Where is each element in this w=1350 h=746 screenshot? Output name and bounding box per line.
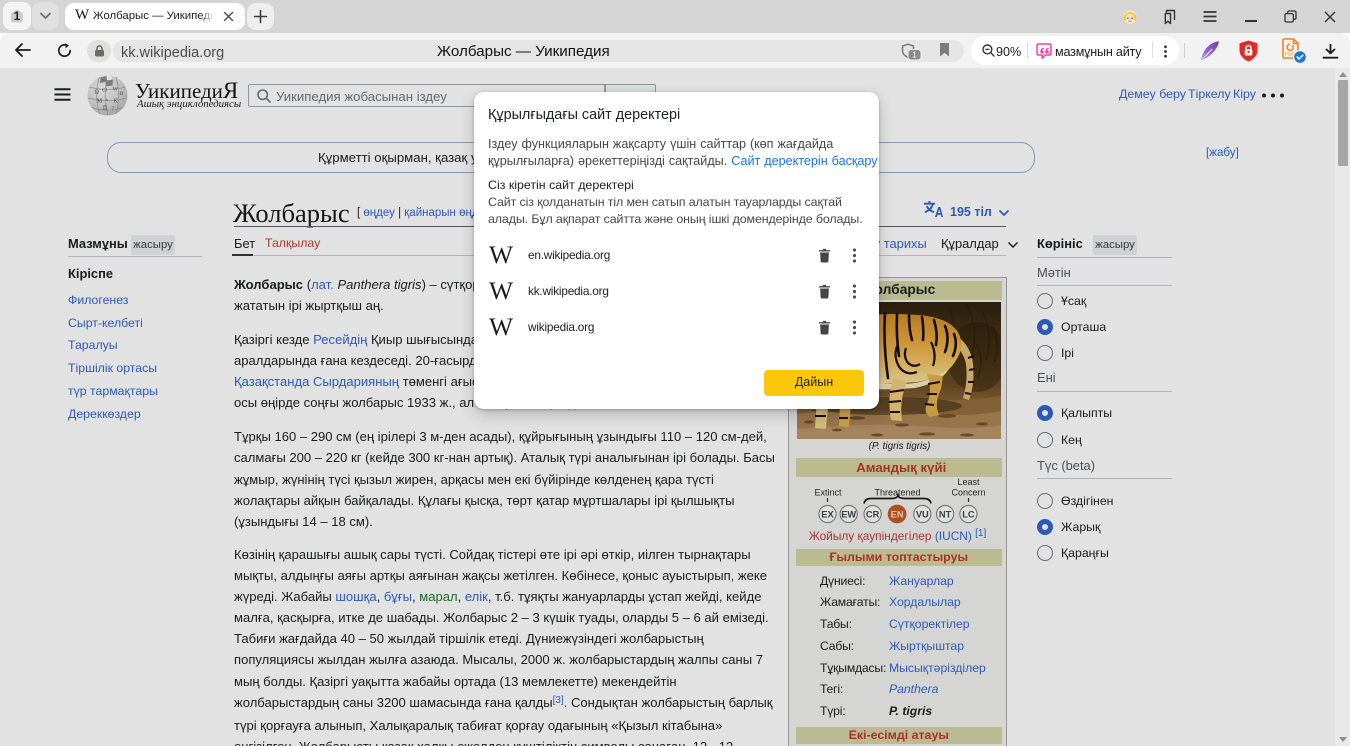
svg-text:PDF: PDF <box>1285 52 1294 57</box>
svg-text:1: 1 <box>912 50 917 60</box>
svg-text:1: 1 <box>14 9 21 23</box>
